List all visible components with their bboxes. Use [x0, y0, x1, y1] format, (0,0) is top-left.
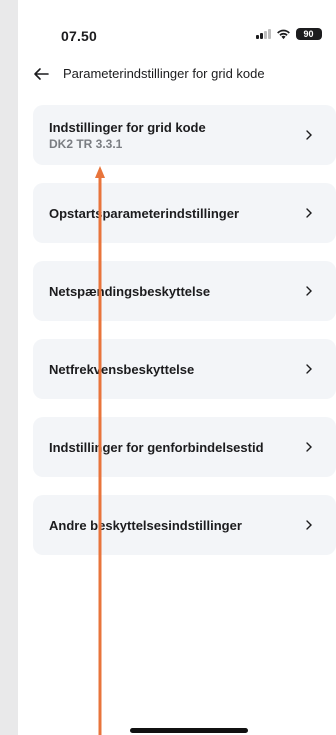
list-item-title: Indstillinger for grid kode: [49, 119, 206, 135]
arrow-left-icon[interactable]: [32, 65, 50, 83]
chevron-right-icon: [306, 286, 312, 296]
list-item-title: Netspændingsbeskyttelse: [49, 283, 211, 299]
battery-icon: 90: [295, 28, 322, 40]
status-time: 07.50: [61, 28, 98, 44]
reconnection-time-settings-item[interactable]: Indstillinger for genforbindelsestid: [33, 417, 336, 477]
signal-icon: [256, 29, 271, 39]
top-bar: Parameterindstillinger for grid kode: [18, 62, 336, 88]
list-item-title: Opstartsparameterindstillinger: [49, 205, 239, 221]
startup-parameter-settings-item[interactable]: Opstartsparameterindstillinger: [33, 183, 336, 243]
page-title: Parameterindstillinger for grid kode: [63, 66, 265, 81]
chevron-right-icon: [306, 520, 312, 530]
grid-voltage-protection-item[interactable]: Netspændingsbeskyttelse: [33, 261, 336, 321]
wifi-icon: [276, 29, 290, 40]
settings-list: Indstillinger for grid kode DK2 TR 3.3.1…: [33, 105, 336, 573]
list-item-subtitle: DK2 TR 3.3.1: [49, 136, 123, 151]
chevron-right-icon: [306, 364, 312, 374]
chevron-right-icon: [306, 130, 312, 140]
list-item-title: Indstillinger for genforbindelsestid: [49, 439, 264, 455]
grid-frequency-protection-item[interactable]: Netfrekvensbeskyttelse: [33, 339, 336, 399]
grid-code-settings-item[interactable]: Indstillinger for grid kode DK2 TR 3.3.1: [33, 105, 336, 165]
list-item-title: Netfrekvensbeskyttelse: [49, 361, 195, 377]
status-icons: 90: [256, 28, 322, 40]
home-indicator[interactable]: [130, 728, 248, 733]
status-bar: 07.50 90: [18, 0, 336, 70]
chevron-right-icon: [306, 208, 312, 218]
other-protection-settings-item[interactable]: Andre beskyttelsesindstillinger: [33, 495, 336, 555]
chevron-right-icon: [306, 442, 312, 452]
list-item-title: Andre beskyttelsesindstillinger: [49, 517, 242, 533]
phone-screen: 07.50 90 Parameterindstillinger for grid…: [18, 0, 336, 735]
